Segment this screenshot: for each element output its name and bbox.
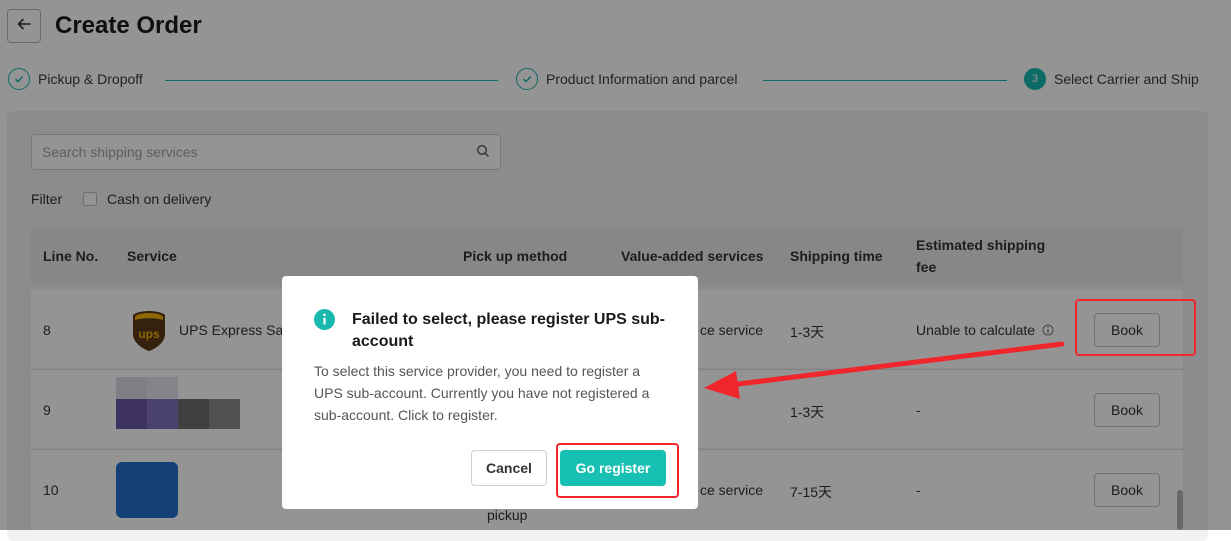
annotation-arrow-icon (704, 341, 1065, 399)
